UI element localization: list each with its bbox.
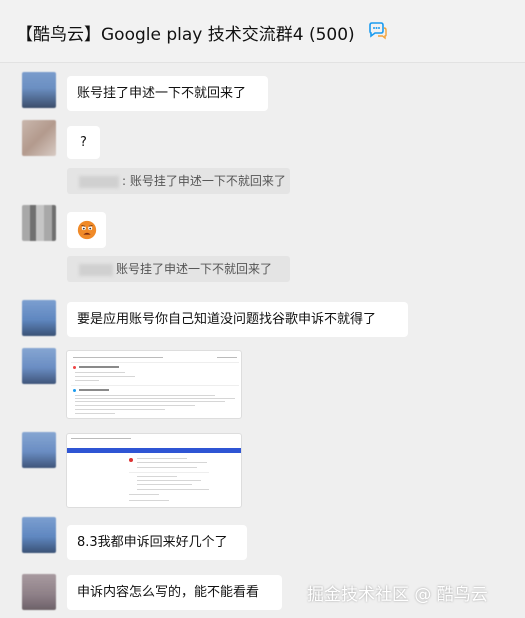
- avatar[interactable]: [22, 517, 56, 553]
- watermark: 掘金技术社区 @ 酷鸟云: [307, 585, 488, 605]
- emoji-bubble: [67, 212, 106, 248]
- message-bubble: ?: [67, 126, 100, 159]
- blurred-name: [79, 175, 119, 188]
- quote-text: 账号挂了申述一下不就回来了: [116, 262, 273, 276]
- blurred-name: [79, 263, 113, 276]
- message-bubble: 8.3我都申诉回来好几个了: [67, 525, 247, 560]
- quoted-reply[interactable]: : 账号挂了申述一下不就回来了: [67, 168, 290, 194]
- message-bubble: 申诉内容怎么写的，能不能看看: [67, 575, 282, 610]
- chat-bubbles-icon[interactable]: [368, 22, 388, 40]
- message-bubble: 要是应用账号你自己知道没问题找谷歌申诉不就得了: [67, 302, 408, 337]
- avatar[interactable]: [22, 72, 56, 108]
- avatar[interactable]: [22, 348, 56, 384]
- avatar[interactable]: [22, 574, 56, 610]
- quoted-reply[interactable]: 账号挂了申述一下不就回来了: [67, 256, 290, 282]
- avatar[interactable]: [22, 300, 56, 336]
- email-screenshot-image[interactable]: [66, 350, 242, 419]
- group-title: 【酷鸟云】Google play 技术交流群4 (500): [16, 25, 355, 45]
- chat-header: 【酷鸟云】Google play 技术交流群4 (500): [0, 0, 525, 63]
- avatar[interactable]: [22, 432, 56, 468]
- quote-text: : 账号挂了申述一下不就回来了: [122, 174, 286, 188]
- avatar[interactable]: [22, 120, 56, 156]
- message-bubble: 账号挂了申述一下不就回来了: [67, 76, 268, 111]
- crying-face-emoji: [77, 220, 97, 240]
- appeal-page-screenshot-image[interactable]: [66, 433, 242, 508]
- avatar[interactable]: [22, 205, 56, 241]
